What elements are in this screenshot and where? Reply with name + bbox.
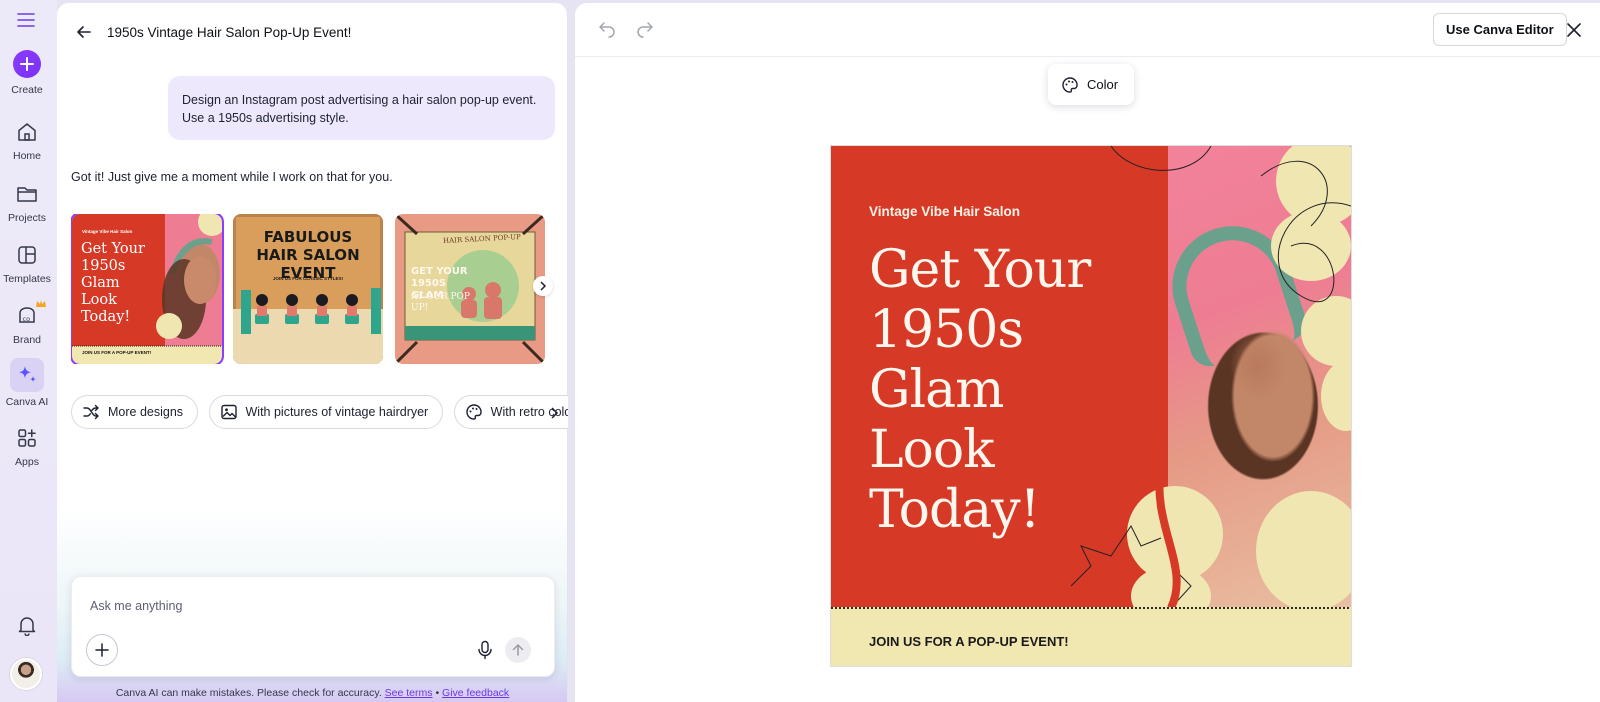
- rail-label: Projects: [8, 212, 46, 224]
- redo-icon[interactable]: [635, 20, 655, 40]
- thumb-sub: JOIN US FOR CLASSIC STYLES!: [272, 276, 343, 281]
- shuffle-icon: [83, 404, 99, 420]
- templates-icon: [18, 246, 36, 264]
- preview-panel: Use Canva Editor Color Vintage Vibe Hair…: [575, 3, 1600, 702]
- design-footer-band: JOIN US FOR A POP-UP EVENT!: [831, 607, 1351, 666]
- ai-message: Got it! Just give me a moment while I wo…: [71, 170, 393, 184]
- chip-vintage-hairdryer[interactable]: With pictures of vintage hairdryer: [208, 395, 444, 429]
- microphone-icon[interactable]: [476, 640, 494, 660]
- notification-bell-icon[interactable]: [16, 614, 38, 636]
- disclaimer: Canva AI can make mistakes. Please check…: [57, 687, 568, 699]
- thumbnails-next-button[interactable]: [533, 276, 553, 296]
- thumb-sub: AT OUR POP UP!: [411, 292, 470, 313]
- left-rail: Create Home Projects Templates co Brand: [0, 0, 57, 702]
- palette-icon: [1062, 76, 1078, 93]
- chip-more-designs[interactable]: More designs: [71, 395, 199, 429]
- user-message: Design an Instagram post advertising a h…: [168, 76, 555, 140]
- rail-item-templates[interactable]: Templates: [0, 243, 54, 285]
- rail-label: Templates: [3, 273, 51, 285]
- headline-line: Look: [869, 420, 995, 480]
- chat-title: 1950s Vintage Hair Salon Pop-Up Event!: [107, 24, 352, 40]
- chat-input[interactable]: Ask me anything: [90, 599, 182, 613]
- send-button[interactable]: [505, 637, 531, 663]
- palette-icon: [465, 404, 482, 420]
- home-icon: [18, 123, 36, 141]
- rail-label: Brand: [12, 334, 42, 346]
- menu-icon[interactable]: [16, 12, 36, 28]
- preview-toolbar: Use Canva Editor: [575, 3, 1600, 57]
- crown-icon: [36, 300, 46, 307]
- rail-item-apps[interactable]: Apps: [0, 426, 54, 468]
- folder-icon: [17, 187, 37, 202]
- apps-icon: [18, 429, 36, 447]
- chip-label: More designs: [108, 405, 184, 419]
- design-thumbnail-3[interactable]: HAIR SALON POP-UP GET YOUR 1950S GLAM AT…: [395, 214, 545, 364]
- thumb-headline: FABULOUS HAIR SALON EVENT: [256, 228, 360, 282]
- thumb-headline: Get Your 1950s Glam Look Today!: [81, 241, 145, 325]
- arrow-up-icon: [512, 644, 524, 656]
- rail-item-create[interactable]: Create: [0, 50, 54, 96]
- design-cta: JOIN US FOR A POP-UP EVENT!: [869, 634, 1069, 649]
- thumb-cta: JOIN US FOR A POP-UP EVENT!: [82, 350, 152, 355]
- svg-text:co: co: [23, 315, 31, 323]
- see-terms-link[interactable]: See terms: [385, 687, 433, 699]
- add-attachment-button[interactable]: [86, 634, 118, 666]
- image-icon: [220, 404, 237, 420]
- design-headline: Get Your 1950s Glam Look Today!: [869, 240, 1129, 540]
- plus-icon: [95, 643, 109, 657]
- chat-panel: 1950s Vintage Hair Salon Pop-Up Event! D…: [57, 3, 568, 702]
- headline-line: Today!: [869, 480, 1041, 540]
- rail-label: Home: [12, 150, 41, 162]
- give-feedback-link[interactable]: Give feedback: [442, 687, 509, 699]
- design-thumbnail-1[interactable]: Vintage Vibe Hair Salon Get Your 1950s G…: [71, 214, 224, 364]
- color-button[interactable]: Color: [1048, 64, 1134, 105]
- headline-line: Glam: [869, 360, 1004, 420]
- plus-icon: [13, 50, 41, 78]
- chat-header: 1950s Vintage Hair Salon Pop-Up Event!: [75, 21, 351, 43]
- rail-label: Canva AI: [5, 396, 49, 408]
- use-canva-editor-button[interactable]: Use Canva Editor: [1433, 13, 1567, 46]
- headline-line: Get Your: [869, 240, 1091, 300]
- rail-item-canva-ai[interactable]: Canva AI: [0, 358, 54, 408]
- headline-line: 1950s: [869, 300, 1024, 360]
- design-canvas[interactable]: Vintage Vibe Hair Salon Get Your 1950s G…: [830, 145, 1352, 667]
- rail-item-projects[interactable]: Projects: [0, 182, 54, 224]
- user-avatar[interactable]: [10, 658, 42, 690]
- design-brand: Vintage Vibe Hair Salon: [869, 204, 1021, 219]
- sparkle-icon: [10, 358, 44, 392]
- separator: •: [435, 687, 440, 699]
- chip-label: With pictures of vintage hairdryer: [245, 405, 429, 419]
- close-icon[interactable]: [1564, 20, 1584, 40]
- color-label: Color: [1087, 77, 1119, 92]
- design-thumbnail-2[interactable]: FABULOUS HAIR SALON EVENT JOIN US FOR CL…: [233, 214, 383, 364]
- disclaimer-text: Canva AI can make mistakes. Please check…: [115, 687, 382, 699]
- chevron-right-icon: [540, 281, 547, 291]
- thumb-brand: Vintage Vibe Hair Salon: [82, 229, 133, 234]
- rail-item-brand[interactable]: co Brand: [0, 300, 54, 346]
- suggestion-chips: More designs With pictures of vintage ha…: [71, 395, 568, 431]
- undo-icon[interactable]: [597, 20, 617, 40]
- rail-item-home[interactable]: Home: [0, 120, 54, 162]
- back-arrow-icon[interactable]: [75, 23, 93, 41]
- rail-label: Create: [11, 84, 43, 96]
- chevron-right-icon[interactable]: [549, 407, 559, 419]
- rail-label: Apps: [15, 456, 39, 468]
- design-thumbnails: Vintage Vibe Hair Salon Get Your 1950s G…: [71, 214, 551, 364]
- chat-composer: Ask me anything: [71, 576, 555, 677]
